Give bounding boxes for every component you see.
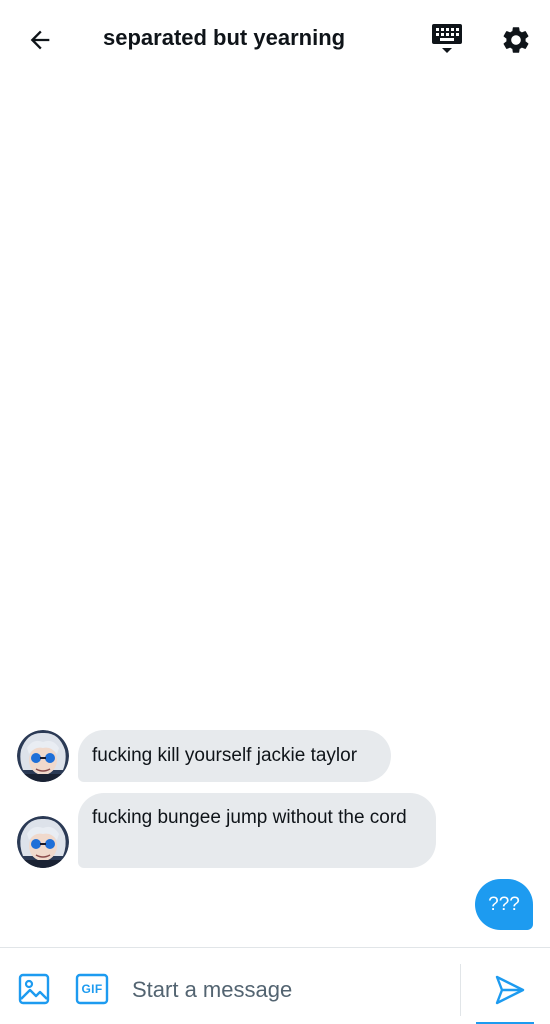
gif-label: GIF — [81, 982, 103, 996]
user-avatar-image — [17, 816, 69, 868]
avatar[interactable] — [17, 816, 69, 868]
message-input[interactable] — [132, 972, 442, 1008]
message-list[interactable]: fucking kill yourself jackie taylor fuck… — [0, 80, 550, 946]
conversation-title: separated but yearning — [103, 25, 346, 50]
keyboard-icon — [432, 24, 462, 53]
outgoing-message-bubble[interactable]: ??? — [475, 879, 533, 930]
add-gif-button[interactable]: GIF — [74, 972, 110, 1006]
composer-divider — [460, 964, 461, 1016]
conversation-header: separated but yearning — [0, 0, 550, 80]
back-button[interactable] — [18, 20, 62, 60]
add-media-button[interactable] — [17, 972, 51, 1006]
avatar[interactable] — [17, 730, 69, 782]
gear-icon — [503, 27, 529, 53]
image-icon — [18, 973, 50, 1005]
user-avatar-image — [17, 730, 69, 782]
incoming-message-bubble[interactable]: fucking bungee jump without the cord — [78, 793, 436, 868]
keyboard-shortcuts-button[interactable] — [428, 20, 466, 60]
message-composer: GIF — [0, 947, 550, 1024]
send-icon — [495, 975, 525, 1005]
incoming-message-bubble[interactable]: fucking kill yourself jackie taylor — [78, 730, 391, 782]
settings-button[interactable] — [496, 20, 536, 60]
arrow-left-icon — [30, 30, 50, 50]
send-button[interactable] — [490, 970, 530, 1010]
